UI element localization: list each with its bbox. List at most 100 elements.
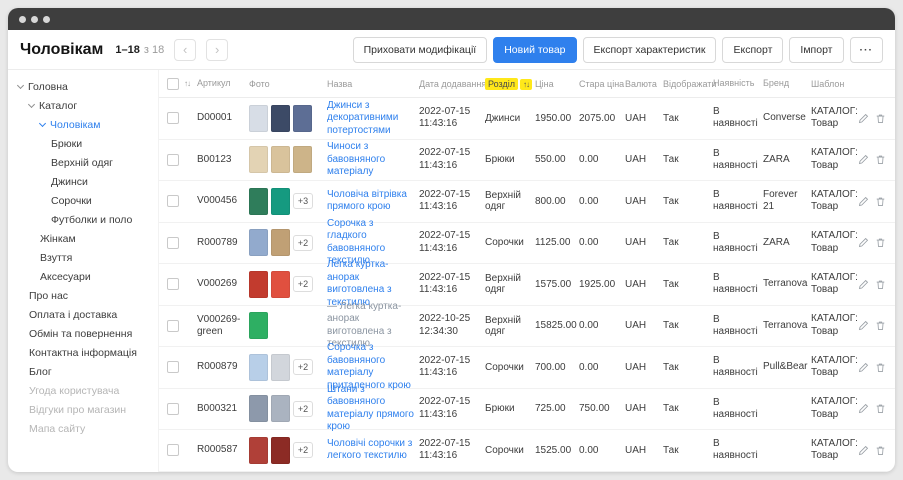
more-photos-badge[interactable]: +2 [293, 442, 313, 458]
delete-icon[interactable] [875, 237, 886, 248]
product-name-link[interactable]: Штани з бавовняного матеріалу прямого кр… [327, 384, 415, 434]
sidebar-item[interactable]: Про нас [18, 286, 156, 305]
sidebar-item[interactable]: Чоловікам [18, 115, 156, 134]
next-page-button[interactable]: › [206, 39, 228, 61]
sidebar-item[interactable]: Відгуки про магазин [18, 400, 156, 419]
export-button[interactable]: Експорт [722, 37, 783, 63]
product-photo[interactable] [249, 229, 268, 256]
column-template[interactable]: Шаблон [811, 79, 861, 89]
row-checkbox[interactable] [167, 320, 179, 332]
more-photos-badge[interactable]: +2 [293, 401, 313, 417]
sidebar-item[interactable]: Головна [18, 77, 156, 96]
sidebar-item[interactable]: Угода користувача [18, 381, 156, 400]
sidebar-item[interactable]: Оплата і доставка [18, 305, 156, 324]
sidebar-item[interactable]: Мапа сайту [18, 419, 156, 438]
delete-icon[interactable] [875, 154, 886, 165]
row-checkbox[interactable] [167, 112, 179, 124]
sidebar-item[interactable]: Блог [18, 362, 156, 381]
product-photo[interactable] [249, 395, 268, 422]
row-checkbox[interactable] [167, 195, 179, 207]
product-photo[interactable] [249, 437, 268, 464]
select-all-checkbox[interactable] [167, 78, 179, 90]
product-photo[interactable] [271, 395, 290, 422]
delete-icon[interactable] [875, 279, 886, 290]
more-photos-badge[interactable]: +2 [293, 359, 313, 375]
product-photo[interactable] [271, 229, 290, 256]
delete-icon[interactable] [875, 403, 886, 414]
edit-icon[interactable] [858, 362, 869, 373]
row-checkbox[interactable] [167, 444, 179, 456]
column-old-price[interactable]: Стара ціна [579, 79, 625, 89]
delete-icon[interactable] [875, 196, 886, 207]
product-photo[interactable] [271, 105, 290, 132]
product-photo[interactable] [271, 437, 290, 464]
product-photo[interactable] [271, 146, 290, 173]
sidebar-item[interactable]: Взуття [18, 248, 156, 267]
product-photo[interactable] [249, 354, 268, 381]
row-checkbox[interactable] [167, 403, 179, 415]
product-photo[interactable] [271, 271, 290, 298]
delete-icon[interactable] [875, 362, 886, 373]
product-photo[interactable] [293, 105, 312, 132]
prev-page-button[interactable]: ‹ [174, 39, 196, 61]
row-checkbox[interactable] [167, 278, 179, 290]
row-checkbox[interactable] [167, 361, 179, 373]
window-maximize-icon[interactable] [43, 16, 50, 23]
sidebar-item[interactable]: Джинси [18, 172, 156, 191]
sidebar-item[interactable]: Верхній одяг [18, 153, 156, 172]
delete-icon[interactable] [875, 113, 886, 124]
more-actions-button[interactable]: ··· [850, 37, 884, 63]
product-photo[interactable] [249, 188, 268, 215]
product-photo[interactable] [249, 146, 268, 173]
sidebar-item[interactable]: Брюки [18, 134, 156, 153]
product-photo[interactable] [271, 188, 290, 215]
product-photo[interactable] [249, 312, 268, 339]
edit-icon[interactable] [858, 445, 869, 456]
row-checkbox[interactable] [167, 154, 179, 166]
sort-rows-icon[interactable]: ↑↓ [184, 79, 190, 88]
sidebar-item[interactable]: Футболки и поло [18, 210, 156, 229]
column-brand[interactable]: Бренд [763, 78, 811, 89]
edit-icon[interactable] [858, 403, 869, 414]
more-photos-badge[interactable]: +3 [293, 193, 313, 209]
column-price[interactable]: Ціна [535, 79, 579, 89]
delete-icon[interactable] [875, 445, 886, 456]
hide-modifications-button[interactable]: Приховати модифікації [353, 37, 488, 63]
export-characteristics-button[interactable]: Експорт характеристик [583, 37, 717, 63]
sidebar-item[interactable]: Аксесуари [18, 267, 156, 286]
edit-icon[interactable] [858, 237, 869, 248]
row-checkbox[interactable] [167, 237, 179, 249]
edit-icon[interactable] [858, 320, 869, 331]
column-article[interactable]: Артикул [197, 78, 249, 89]
sidebar-item[interactable]: Каталог [18, 96, 156, 115]
new-product-button[interactable]: Новий товар [493, 37, 576, 63]
column-name[interactable]: Назва [327, 79, 419, 89]
product-photo[interactable] [249, 105, 268, 132]
column-date-added[interactable]: Дата додавання [419, 79, 485, 89]
edit-icon[interactable] [858, 154, 869, 165]
product-name-link[interactable]: Чоловіча вітрівка прямого крою [327, 189, 415, 214]
window-close-icon[interactable] [19, 16, 26, 23]
product-name-link[interactable]: Чоловічі сорочки з легкого текстилю [327, 438, 415, 463]
product-photo[interactable] [249, 271, 268, 298]
edit-icon[interactable] [858, 113, 869, 124]
more-photos-badge[interactable]: +2 [293, 235, 313, 251]
edit-icon[interactable] [858, 279, 869, 290]
more-photos-badge[interactable]: +2 [293, 276, 313, 292]
product-photo[interactable] [271, 354, 290, 381]
sidebar-item[interactable]: Сорочки [18, 191, 156, 210]
import-button[interactable]: Імпорт [789, 37, 843, 63]
column-availability[interactable]: Наявність [713, 78, 763, 89]
sidebar-item[interactable]: Контактна інформація [18, 343, 156, 362]
sidebar-item[interactable]: Жінкам [18, 229, 156, 248]
product-name-link[interactable]: Джинси з декоративними потертостями [327, 100, 415, 138]
sort-section-icon[interactable]: ↑↓ [520, 79, 532, 90]
product-name-link[interactable]: Чиноси з бавовняного матеріалу [327, 141, 415, 179]
edit-icon[interactable] [858, 196, 869, 207]
product-photo[interactable] [293, 146, 312, 173]
column-display[interactable]: Відображати [663, 79, 713, 89]
window-minimize-icon[interactable] [31, 16, 38, 23]
column-section[interactable]: Розділ↑↓ [485, 79, 535, 89]
column-currency[interactable]: Валюта [625, 79, 663, 89]
sidebar-item[interactable]: Обмін та повернення [18, 324, 156, 343]
